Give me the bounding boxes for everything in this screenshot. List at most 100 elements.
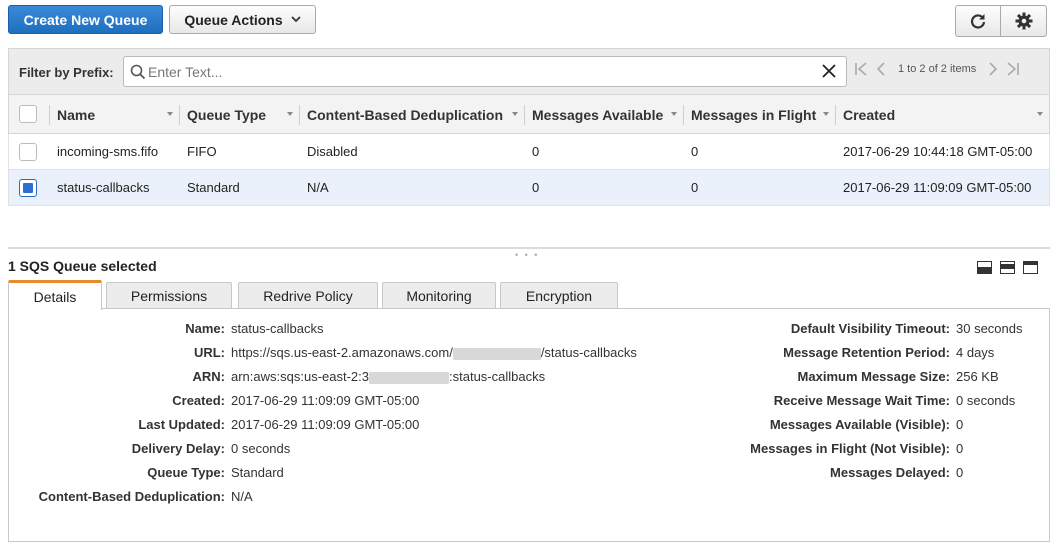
detail-key: Name:: [185, 321, 225, 336]
sort-caret-icon: [1037, 112, 1043, 116]
layout-split-icon[interactable]: [1000, 261, 1015, 274]
queue-created: 2017-06-29 10:44:18 GMT-05:00: [843, 144, 1033, 159]
sort-caret-icon: [512, 112, 518, 116]
last-page-icon[interactable]: [1006, 62, 1020, 76]
queue-created: 2017-06-29 11:09:09 GMT-05:00: [843, 180, 1032, 195]
detail-key: Content-Based Deduplication:: [38, 489, 225, 504]
tab-permissions[interactable]: Permissions: [106, 282, 232, 309]
filter-bar: Filter by Prefix: 1 to 2 of 2 items: [8, 48, 1050, 94]
column-header-label: Content-Based Deduplication: [307, 107, 504, 123]
detail-value: N/A: [231, 489, 253, 504]
detail-arn: ARN:: [9, 369, 226, 385]
column-header-messages-in-flight[interactable]: Messages in Flight: [683, 95, 835, 135]
tab-redrive-policy[interactable]: Redrive Policy: [238, 282, 378, 309]
detail-key: Maximum Message Size:: [797, 369, 950, 384]
detail-messages-available: Messages Available (Visible):: [609, 417, 950, 433]
sort-caret-icon: [287, 112, 293, 116]
column-header-dedup[interactable]: Content-Based Deduplication: [299, 95, 524, 135]
detail-messages-in-flight: Messages in Flight (Not Visible):: [609, 441, 950, 457]
detail-value: 30 seconds: [956, 321, 1023, 336]
detail-value: 0 seconds: [231, 441, 291, 456]
table-row[interactable]: status-callbacks Standard N/A 0 0 2017-0…: [8, 170, 1050, 206]
sort-caret-icon: [671, 112, 677, 116]
column-header-name[interactable]: Name: [49, 95, 179, 135]
pagination-text: 1 to 2 of 2 items: [898, 63, 977, 75]
detail-retention-period: Message Retention Period:: [609, 345, 950, 361]
detail-value: status-callbacks: [231, 321, 324, 336]
table-header: Name Queue Type Content-Based Deduplicat…: [8, 94, 1050, 134]
detail-key: Queue Type:: [147, 465, 225, 480]
queue-name[interactable]: status-callbacks: [49, 170, 149, 205]
queue-type: FIFO: [187, 144, 217, 159]
layout-top-icon[interactable]: [1023, 261, 1038, 274]
tab-monitoring[interactable]: Monitoring: [382, 282, 496, 309]
detail-key: Delivery Delay:: [131, 441, 225, 456]
pane-splitter[interactable]: [8, 247, 1050, 249]
search-icon: [130, 64, 146, 80]
detail-delivery-delay: Delivery Delay:: [9, 441, 225, 457]
filter-input-wrapper[interactable]: [123, 56, 847, 87]
detail-url: URL:: [9, 345, 225, 361]
settings-button[interactable]: [1000, 5, 1047, 37]
queue-table: Name Queue Type Content-Based Deduplicat…: [8, 94, 1050, 206]
filter-input[interactable]: [148, 57, 808, 86]
detail-value: :status-callbacks: [449, 369, 546, 384]
create-new-queue-button[interactable]: Create New Queue: [8, 5, 163, 34]
column-header-created[interactable]: Created: [835, 95, 1049, 135]
refresh-icon: [970, 14, 986, 29]
column-header-messages-available[interactable]: Messages Available: [524, 95, 683, 135]
queue-name[interactable]: incoming-sms.fifo: [49, 134, 158, 169]
detail-created: Created:: [9, 393, 225, 409]
next-page-icon[interactable]: [986, 62, 1000, 76]
redacted-block: [369, 371, 450, 384]
detail-arn-value: arn:aws:sqs:us-east-2:3 :status-callbacks: [231, 369, 651, 385]
detail-value: 256 KB: [956, 369, 999, 384]
detail-value: 0: [956, 417, 964, 432]
redacted-block: [452, 347, 541, 360]
queue-actions-label: Queue Actions: [184, 11, 283, 28]
detail-value: 3: [361, 369, 370, 384]
layout-bottom-icon[interactable]: [977, 261, 992, 274]
gear-icon: [1015, 12, 1032, 30]
detail-value: 2017-06-29 11:09:09 GMT-05:00: [231, 417, 420, 432]
detail-key: ARN:: [192, 369, 226, 384]
layout-toggle-group: [977, 261, 1038, 274]
detail-name: Name:: [9, 321, 225, 337]
pagination: 1 to 2 of 2 items: [854, 62, 1020, 76]
selection-count: 1 SQS Queue selected: [8, 258, 157, 274]
queue-dedup: Disabled: [307, 144, 358, 159]
refresh-button[interactable]: [955, 5, 1001, 37]
detail-value: 4 days: [956, 345, 995, 360]
chevron-down-icon: [291, 16, 301, 23]
table-row[interactable]: incoming-sms.fifo FIFO Disabled 0 0 2017…: [8, 134, 1050, 170]
tab-details[interactable]: Details: [8, 280, 102, 310]
detail-key: Last Updated:: [138, 417, 225, 432]
prev-page-icon[interactable]: [874, 62, 888, 76]
messages-available: 0: [532, 180, 540, 195]
select-all-checkbox[interactable]: [19, 105, 37, 123]
detail-value: https://sqs.us-east-2.amazonaws.com/: [231, 345, 453, 360]
row-checkbox[interactable]: [19, 143, 37, 161]
queue-type: Standard: [187, 180, 240, 195]
first-page-icon[interactable]: [854, 62, 868, 76]
sort-caret-icon: [167, 112, 173, 116]
detail-value: 0 seconds: [956, 393, 1016, 408]
detail-value: arn:aws:sqs:us-east-2:: [231, 369, 362, 384]
detail-key: Default Visibility Timeout:: [790, 321, 950, 336]
detail-key: Messages in Flight (Not Visible):: [750, 441, 950, 456]
column-header-label: Messages Available: [532, 107, 664, 123]
splitter-grip-icon[interactable]: • • •: [515, 250, 539, 260]
queue-dedup: N/A: [307, 180, 329, 195]
clear-icon[interactable]: [821, 63, 837, 79]
select-all-cell: [9, 95, 49, 135]
row-checkbox[interactable]: [19, 179, 37, 197]
messages-available: 0: [532, 144, 540, 159]
tab-encryption[interactable]: Encryption: [500, 282, 618, 309]
messages-in-flight: 0: [691, 180, 699, 195]
details-panel: Name: status-callbacks URL: https://sqs.…: [8, 308, 1050, 542]
detail-max-message-size: Maximum Message Size:: [609, 369, 950, 385]
detail-value: 0: [956, 441, 964, 456]
detail-last-updated: Last Updated:: [9, 417, 225, 433]
column-header-queue-type[interactable]: Queue Type: [179, 95, 299, 135]
queue-actions-dropdown[interactable]: Queue Actions: [169, 5, 316, 34]
